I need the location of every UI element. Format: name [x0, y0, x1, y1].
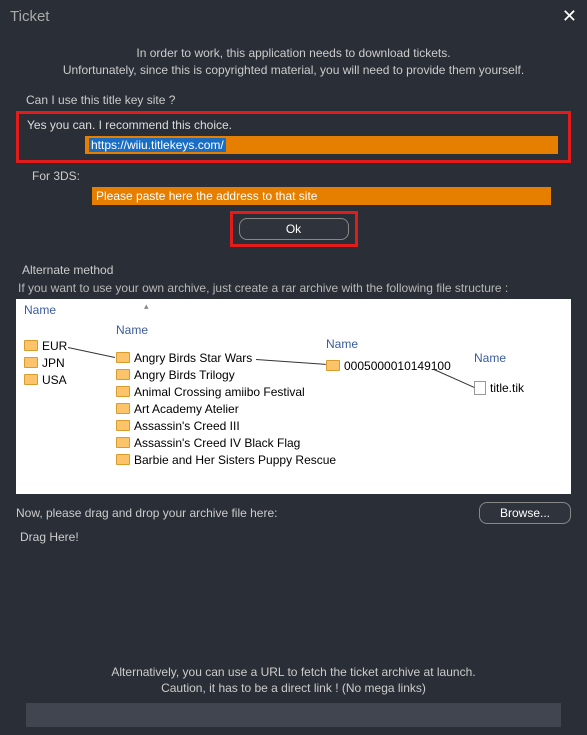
file-column: title.tik	[474, 381, 524, 398]
window-title: Ticket	[10, 8, 49, 25]
folder-icon	[24, 374, 38, 385]
intro-text: In order to work, this application needs…	[16, 45, 571, 79]
folder-region: EUR	[24, 339, 67, 353]
folder-icon	[116, 369, 130, 380]
ok-button[interactable]: Ok	[239, 218, 349, 240]
file-title-tik: title.tik	[474, 381, 524, 395]
section-title: Can I use this title key site ?	[26, 93, 571, 107]
folder-icon	[116, 352, 130, 363]
col-header-1: Name	[24, 303, 56, 317]
file-structure-panel: Name ▴ Name Name Name EUR JPN USA Angry …	[16, 299, 571, 494]
col-header-2: Name	[116, 323, 148, 337]
folder-title: Barbie and Her Sisters Puppy Rescue	[116, 453, 336, 467]
connector-line	[434, 369, 475, 388]
region-column: EUR JPN USA	[24, 339, 67, 390]
folder-title: Assassin's Creed III	[116, 419, 336, 433]
bottom-text: Alternatively, you can use a URL to fetc…	[16, 664, 571, 698]
folder-title: Animal Crossing amiibo Festival	[116, 385, 336, 399]
highlight-box-url: Yes you can. I recommend this choice. ht…	[16, 111, 571, 163]
folder-title: Angry Birds Trilogy	[116, 368, 336, 382]
alternate-method-desc: If you want to use your own archive, jus…	[18, 281, 571, 295]
intro-line-1: In order to work, this application needs…	[16, 45, 571, 62]
alternate-method-header: Alternate method	[22, 263, 571, 277]
browse-button[interactable]: Browse...	[479, 502, 571, 524]
folder-region: JPN	[24, 356, 67, 370]
archive-url-input[interactable]	[26, 703, 561, 727]
titleid-column: 0005000010149100	[326, 359, 451, 376]
folder-region: USA	[24, 373, 67, 387]
bottom-line-1: Alternatively, you can use a URL to fetc…	[16, 664, 571, 681]
file-icon	[474, 381, 486, 395]
folder-icon	[116, 437, 130, 448]
folder-title: Assassin's Creed IV Black Flag	[116, 436, 336, 450]
folder-title: Art Academy Atelier	[116, 402, 336, 416]
col-header-4: Name	[474, 351, 506, 365]
folder-icon	[24, 357, 38, 368]
title-bar: Ticket ✕	[0, 0, 587, 33]
bottom-line-2: Caution, it has to be a direct link ! (N…	[16, 680, 571, 697]
folder-icon	[326, 360, 340, 371]
url-selected-text: https://wiiu.titlekeys.com/	[89, 138, 226, 152]
intro-line-2: Unfortunately, since this is copyrighted…	[16, 62, 571, 79]
highlight-box-ok: Ok	[230, 211, 358, 247]
folder-icon	[116, 386, 130, 397]
sort-arrow-icon: ▴	[144, 301, 149, 312]
folder-icon	[24, 340, 38, 351]
folder-titleid: 0005000010149100	[326, 359, 451, 373]
folder-icon	[116, 420, 130, 431]
3ds-placeholder: Please paste here the address to that si…	[96, 189, 317, 203]
drag-here-area[interactable]: Drag Here!	[20, 530, 571, 544]
folder-icon	[116, 454, 130, 465]
for-3ds-label: For 3DS:	[32, 169, 571, 183]
titles-column: Angry Birds Star Wars Angry Birds Trilog…	[116, 351, 336, 470]
drag-drop-label: Now, please drag and drop your archive f…	[16, 506, 278, 520]
connector-line	[68, 347, 115, 358]
3ds-url-input[interactable]: Please paste here the address to that si…	[92, 187, 551, 205]
wiiu-url-input[interactable]: https://wiiu.titlekeys.com/	[85, 136, 558, 154]
recommend-text: Yes you can. I recommend this choice.	[27, 118, 562, 132]
col-header-3: Name	[326, 337, 358, 351]
close-icon[interactable]: ✕	[562, 6, 577, 27]
folder-icon	[116, 403, 130, 414]
